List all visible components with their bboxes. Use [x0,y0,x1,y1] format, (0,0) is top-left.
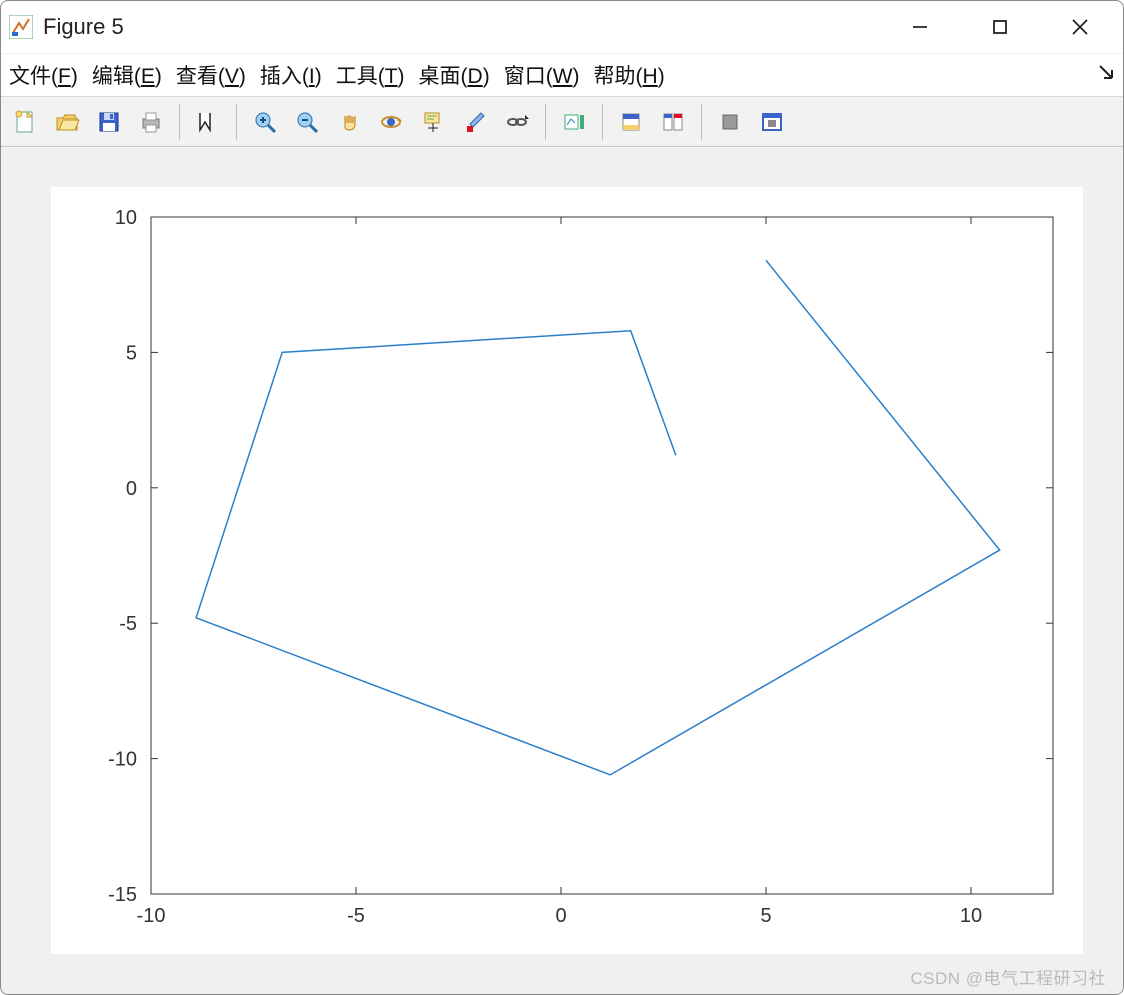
insert-legend-icon[interactable] [613,104,649,140]
menu-view[interactable]: 查看(V) [176,60,246,90]
menu-window[interactable]: 窗口(W) [504,60,580,90]
toolbar-separator [545,104,546,140]
x-tick-label: -5 [347,905,365,927]
toolbar-separator [179,104,180,140]
x-tick-label: -10 [137,905,166,927]
menu-edit[interactable]: 编辑(E) [92,60,162,90]
y-tick-label: 0 [126,478,137,500]
open-icon[interactable] [49,104,85,140]
toolbar-separator [701,104,702,140]
titlebar: Figure 5 [1,1,1123,53]
matlab-icon [9,15,33,39]
menubar: 文件(F) 编辑(E) 查看(V) 插入(I) 工具(T) 桌面(D) 窗口(W… [1,53,1123,97]
x-tick-label: 0 [555,905,566,927]
y-tick-label: -10 [108,749,137,771]
menu-help[interactable]: 帮助(H) [594,60,665,90]
x-tick-label: 5 [760,905,771,927]
dock-arrow-icon[interactable] [1097,63,1115,87]
menu-tools[interactable]: 工具(T) [336,60,405,90]
dock-figure-icon[interactable] [754,104,790,140]
zoom-in-icon[interactable] [247,104,283,140]
brush-icon[interactable] [457,104,493,140]
axes-props-icon[interactable] [712,104,748,140]
menu-insert[interactable]: 插入(I) [260,60,322,90]
window-title: Figure 5 [43,14,895,40]
toolbar-separator [602,104,603,140]
toolbar-separator [236,104,237,140]
watermark-text: CSDN @电气工程研习社 [910,964,1106,989]
menu-file[interactable]: 文件(F) [9,60,78,90]
save-icon[interactable] [91,104,127,140]
data-cursor-icon[interactable] [415,104,451,140]
insert-colorbar-icon[interactable] [556,104,592,140]
pan-icon[interactable] [331,104,367,140]
close-button[interactable] [1055,7,1105,47]
menu-desktop[interactable]: 桌面(D) [419,60,490,90]
hide-plot-tools-icon[interactable] [655,104,691,140]
y-tick-label: 10 [115,207,137,229]
edit-plot-icon[interactable] [190,104,226,140]
x-tick-label: 10 [960,905,982,927]
maximize-button[interactable] [975,7,1025,47]
y-tick-label: -5 [119,613,137,635]
figure-window: Figure 5 文件(F) 编辑(E) 查看(V) 插入(I) 工具(T) 桌… [0,0,1124,995]
y-tick-label: 5 [126,342,137,364]
minimize-button[interactable] [895,7,945,47]
figure-canvas-area: -10-50510-15-10-50510 [1,147,1123,994]
print-icon[interactable] [133,104,169,140]
new-figure-icon[interactable] [7,104,43,140]
window-controls [895,7,1105,47]
toolbar [1,97,1123,147]
link-icon[interactable] [499,104,535,140]
zoom-out-icon[interactable] [289,104,325,140]
axes[interactable]: -10-50510-15-10-50510 [51,187,1083,954]
rotate-3d-icon[interactable] [373,104,409,140]
line-plot: -10-50510-15-10-50510 [51,187,1083,954]
y-tick-label: -15 [108,884,137,906]
